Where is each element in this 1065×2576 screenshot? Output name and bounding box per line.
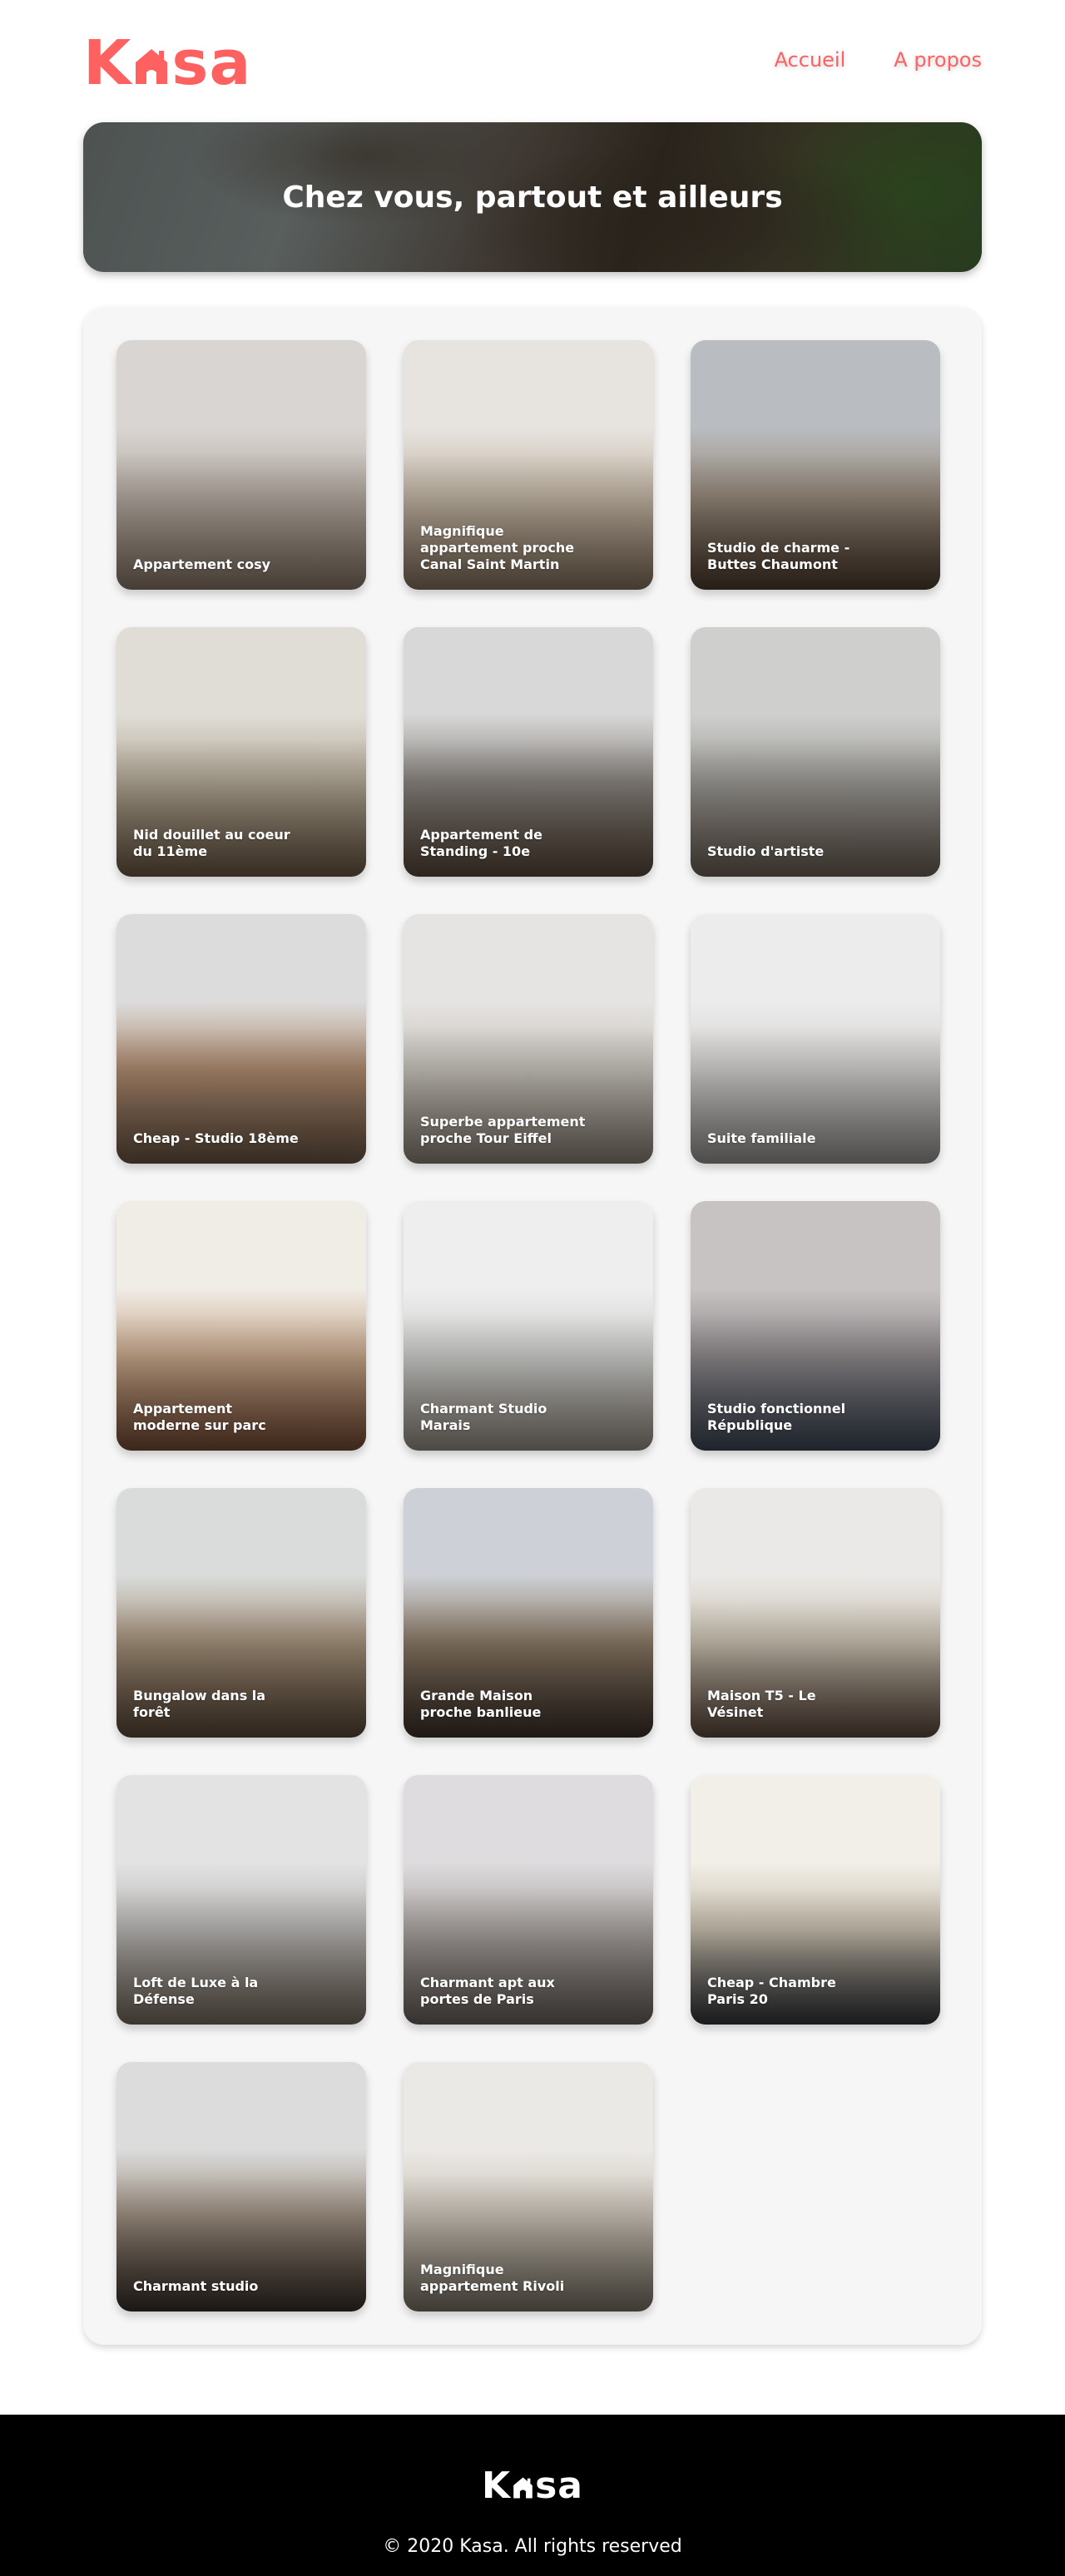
- listing-title: Charmant Studio Marais: [420, 1401, 547, 1433]
- listing-title: Cheap - Studio 18ème: [133, 1130, 299, 1146]
- site-footer: K sa © 2020 Kasa. All rights reserved: [0, 2415, 1065, 2576]
- listing-card[interactable]: Magnifique appartement Rivoli: [404, 2062, 653, 2311]
- listing-card[interactable]: Grande Maison proche banlieue: [404, 1488, 653, 1738]
- listing-photo-overlay: [116, 2062, 366, 2311]
- listing-title: Bungalow dans la forêt: [133, 1688, 266, 1720]
- listing-card[interactable]: Charmant Studio Marais: [404, 1201, 653, 1451]
- house-icon: [136, 49, 168, 84]
- listing-card[interactable]: Suite familiale: [691, 914, 940, 1164]
- logo-letter-k: K: [83, 27, 132, 99]
- listing-card[interactable]: Cheap - Chambre Paris 20: [691, 1775, 940, 2025]
- listing-card[interactable]: Bungalow dans la forêt: [116, 1488, 366, 1738]
- listings-gallery: Appartement cosy Magnifique appartement p…: [83, 307, 982, 2345]
- logo-wordmark: K sa: [83, 27, 251, 99]
- listing-card[interactable]: Nid douillet au coeur du 11ème: [116, 627, 366, 877]
- listing-title: Appartement cosy: [133, 556, 271, 572]
- listing-card[interactable]: Cheap - Studio 18ème: [116, 914, 366, 1164]
- listing-card[interactable]: Charmant studio: [116, 2062, 366, 2311]
- footer-copyright: © 2020 Kasa. All rights reserved: [383, 2536, 682, 2557]
- listing-photo-overlay: [691, 914, 940, 1164]
- page: K sa Accueil A propos Chez vous, partout…: [0, 0, 1065, 2576]
- listing-title: Charmant apt aux portes de Paris: [420, 1975, 555, 2007]
- listing-photo-overlay: [691, 627, 940, 877]
- banner-title: Chez vous, partout et ailleurs: [282, 180, 783, 215]
- house-icon: [513, 2477, 532, 2498]
- listing-card[interactable]: Studio fonctionnel République: [691, 1201, 940, 1451]
- listing-card[interactable]: Appartement cosy: [116, 340, 366, 590]
- listing-title: Superbe appartement proche Tour Eiffel: [420, 1114, 586, 1146]
- listing-title: Cheap - Chambre Paris 20: [707, 1975, 836, 2007]
- listing-title: Charmant studio: [133, 2278, 259, 2294]
- listing-card[interactable]: Appartement de Standing - 10e: [404, 627, 653, 877]
- nav-link-home[interactable]: Accueil: [775, 48, 846, 72]
- listing-title: Appartement de Standing - 10e: [420, 827, 542, 859]
- listing-card[interactable]: Charmant apt aux portes de Paris: [404, 1775, 653, 2025]
- listing-title: Magnifique appartement Rivoli: [420, 2262, 565, 2294]
- listing-card[interactable]: Superbe appartement proche Tour Eiffel: [404, 914, 653, 1164]
- listing-title: Studio d'artiste: [707, 843, 825, 859]
- footer-logo-letter-k: K: [482, 2465, 512, 2507]
- listing-title: Appartement moderne sur parc: [133, 1401, 266, 1433]
- hero-banner: Chez vous, partout et ailleurs: [83, 122, 982, 272]
- listing-title: Suite familiale: [707, 1130, 816, 1146]
- footer-logo-letters-sa: sa: [535, 2465, 583, 2507]
- site-header: K sa Accueil A propos: [83, 27, 982, 99]
- listing-title: Nid douillet au coeur du 11ème: [133, 827, 290, 859]
- listing-card[interactable]: Studio d'artiste: [691, 627, 940, 877]
- listing-card[interactable]: Appartement moderne sur parc: [116, 1201, 366, 1451]
- listing-card[interactable]: Studio de charme - Buttes Chaumont: [691, 340, 940, 590]
- listing-title: Studio de charme - Buttes Chaumont: [707, 540, 850, 572]
- listing-title: Studio fonctionnel République: [707, 1401, 846, 1433]
- logo-letters-sa: sa: [171, 27, 252, 99]
- footer-logo-wordmark: K sa: [482, 2465, 583, 2507]
- main-nav: Accueil A propos: [775, 48, 982, 72]
- nav-link-about[interactable]: A propos: [894, 48, 982, 72]
- footer-logo: K sa: [0, 2465, 1065, 2507]
- listing-photo-overlay: [116, 340, 366, 590]
- listing-card[interactable]: Maison T5 - Le Vésinet: [691, 1488, 940, 1738]
- listing-title: Grande Maison proche banlieue: [420, 1688, 542, 1720]
- listing-photo-overlay: [116, 914, 366, 1164]
- listing-title: Magnifique appartement proche Canal Sain…: [420, 523, 575, 572]
- listing-card[interactable]: Loft de Luxe à la Défense: [116, 1775, 366, 2025]
- listing-title: Maison T5 - Le Vésinet: [707, 1688, 816, 1720]
- listing-title: Loft de Luxe à la Défense: [133, 1975, 259, 2007]
- site-logo[interactable]: K sa: [83, 27, 251, 99]
- listing-card[interactable]: Magnifique appartement proche Canal Sain…: [404, 340, 653, 590]
